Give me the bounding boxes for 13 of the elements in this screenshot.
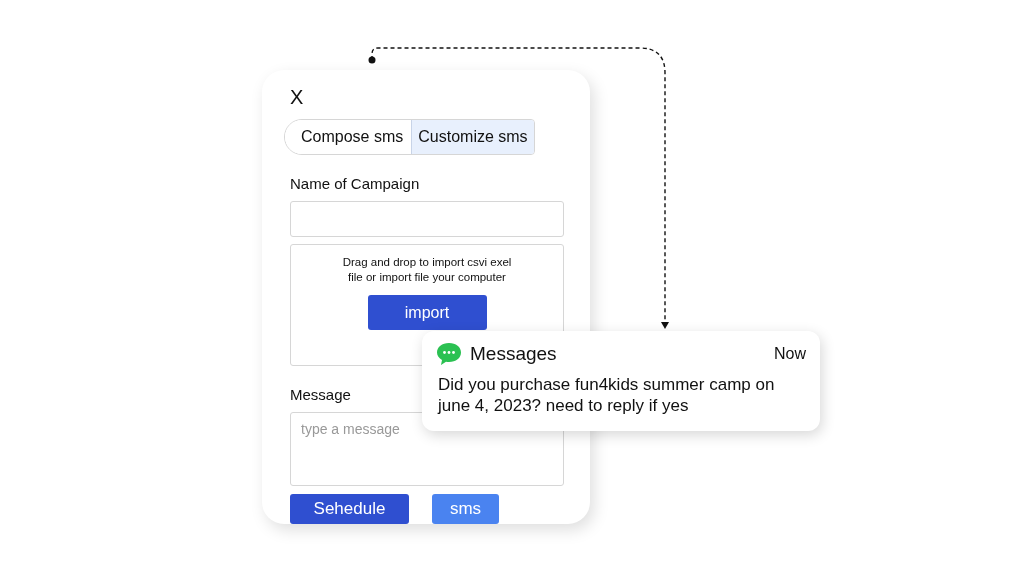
notification-card[interactable]: Messages Now Did you purchase fun4kids summer camp on june 4, 2023? need to reply if yes [422,331,820,431]
drop-zone-text: Drag and drop to import csvi exel file or import file your computer [341,255,513,285]
field-label: Name of Campaign [290,175,420,192]
import-button[interactable]: import [367,295,487,330]
app-name: Messages [470,343,557,365]
tab[interactable]: Customize sms [411,120,534,154]
sms-button[interactable]: sms [432,494,499,524]
notification-time: Now [774,345,806,363]
schedule-button[interactable]: Sehedule [290,494,409,524]
field-label: Message [290,386,351,403]
close-button[interactable]: X [290,86,304,109]
chat-bubble-icon [436,342,462,366]
input-field[interactable] [290,201,564,237]
